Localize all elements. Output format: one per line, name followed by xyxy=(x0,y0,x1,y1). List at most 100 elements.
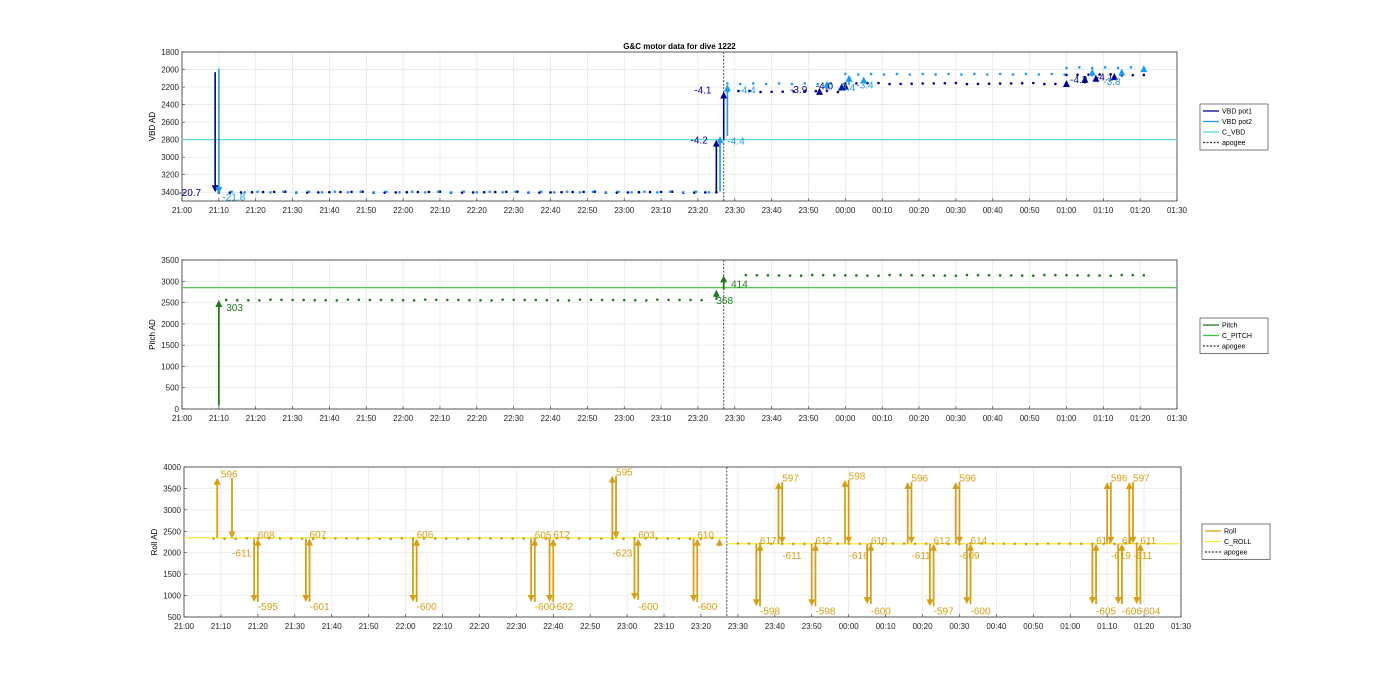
roll-point xyxy=(444,537,448,540)
vbd-pot1-point xyxy=(770,90,773,94)
pitch-point xyxy=(512,298,515,302)
data-label: 612 xyxy=(553,530,570,541)
data-label: 414 xyxy=(731,279,748,290)
y-axis-label: Pitch AD xyxy=(148,319,157,350)
roll-point xyxy=(245,537,249,540)
pitch-point xyxy=(335,299,339,302)
data-label: 617 xyxy=(760,536,777,547)
pitch-point xyxy=(633,298,637,302)
vbd-pot2-point xyxy=(578,191,582,194)
pitch-point xyxy=(866,274,869,277)
pitch-point xyxy=(545,298,549,302)
vbd-pot2-point xyxy=(423,191,427,194)
roll-point xyxy=(1080,542,1083,546)
vbd-pot2-point xyxy=(385,190,388,194)
x-tick-label: 23:10 xyxy=(654,622,675,631)
x-tick-label: 23:00 xyxy=(614,414,635,423)
x-tick-label: 21:10 xyxy=(209,206,230,215)
x-tick-label: 00:40 xyxy=(983,414,1004,423)
x-tick-label: 00:50 xyxy=(1020,414,1041,423)
pitch-point xyxy=(998,274,1002,277)
data-label: -3.9 xyxy=(790,85,808,96)
data-label: -609 xyxy=(959,551,979,562)
subplot-3: 21:00 21:10 21:20 21:30 21:40 21:50 22:00 22:10… xyxy=(150,463,1271,631)
data-label: 596 xyxy=(1111,474,1128,485)
vbd-pot1-point xyxy=(317,191,320,194)
roll-point xyxy=(836,542,839,545)
vbd-pot1-point xyxy=(998,82,1002,85)
pitch-point xyxy=(943,274,947,277)
data-label: -595 xyxy=(258,602,278,613)
vbd-pot2-point xyxy=(1065,66,1068,70)
data-label: 607 xyxy=(310,530,327,541)
x-tick-label: 23:20 xyxy=(688,414,709,423)
x-tick-label: 01:30 xyxy=(1167,206,1188,215)
vbd-pot1-point xyxy=(471,191,475,194)
vbd-pot2-point xyxy=(320,191,324,194)
y-axis-label: Roll AD xyxy=(150,528,159,555)
pitch-point xyxy=(291,298,294,302)
vbd-pot1-point xyxy=(1043,82,1046,86)
pitch-point xyxy=(1054,273,1057,277)
x-tick-label: 22:50 xyxy=(580,622,601,631)
x-tick-label: 00:30 xyxy=(946,206,967,215)
data-label: -4.2 xyxy=(691,136,709,147)
x-tick-label: 01:20 xyxy=(1134,622,1155,631)
y-tick-label: 1000 xyxy=(163,592,181,601)
pitch-point xyxy=(700,298,703,302)
pitch-point xyxy=(1142,273,1146,277)
data-label: -601 xyxy=(310,602,330,613)
data-label: 610 xyxy=(871,536,888,547)
vbd-pot2-point xyxy=(707,191,711,194)
roll-point xyxy=(677,537,681,540)
roll-point xyxy=(1113,542,1116,546)
data-label: 612 xyxy=(815,536,832,547)
pitch-point xyxy=(1009,274,1013,277)
pitch-point xyxy=(247,298,250,302)
data-label: -4.1 xyxy=(694,86,712,97)
data-label: 596 xyxy=(959,474,976,485)
data-label: -20.7 xyxy=(178,188,201,199)
y-tick-label: 4000 xyxy=(163,463,181,472)
pitch-point xyxy=(423,298,427,301)
data-label: 303 xyxy=(226,303,243,314)
pitch-point xyxy=(490,299,493,302)
vbd-pot2-point xyxy=(527,191,530,194)
roll-point xyxy=(902,542,906,545)
vbd-pot2-point xyxy=(1116,66,1120,70)
vbd-pot2-point xyxy=(960,73,963,76)
roll-point xyxy=(522,537,526,540)
pitch-point xyxy=(888,273,891,277)
vbd-pot2-point xyxy=(591,190,595,194)
roll-point xyxy=(433,537,437,540)
vbd-pot2-point xyxy=(681,191,685,194)
y-tick-label: 2500 xyxy=(161,299,179,308)
data-label: -597 xyxy=(934,607,954,618)
vbd-pot2-point xyxy=(1024,72,1028,76)
pitch-point xyxy=(235,298,239,302)
y-tick-label: 2600 xyxy=(161,118,179,127)
data-label: 597 xyxy=(1133,474,1150,485)
data-label: 61 xyxy=(1122,536,1134,547)
x-tick-label: 22:30 xyxy=(504,206,525,215)
vbd-pot2-point xyxy=(617,190,620,194)
x-tick-label: 23:30 xyxy=(725,414,746,423)
roll-point xyxy=(489,537,492,540)
x-tick-label: 22:20 xyxy=(467,414,488,423)
pitch-point xyxy=(401,298,405,302)
x-tick-label: 00:10 xyxy=(872,414,893,423)
vbd-pot2-point xyxy=(895,72,899,76)
data-label: -600 xyxy=(638,602,658,613)
vbd-pot1-point xyxy=(427,190,431,194)
data-label: -600 xyxy=(871,607,891,618)
data-label: -611 xyxy=(232,549,252,560)
data-label: -4.0 xyxy=(816,81,834,92)
x-tick-label: 23:40 xyxy=(762,206,783,215)
x-tick-label: 00:20 xyxy=(909,206,930,215)
x-tick-label: 21:10 xyxy=(211,622,232,631)
data-label: -616 xyxy=(849,551,869,562)
vbd-pot1-point xyxy=(1142,73,1146,77)
pitch-point xyxy=(468,298,471,302)
x-tick-label: 22:40 xyxy=(541,206,562,215)
vbd-pot1-point xyxy=(954,81,958,85)
